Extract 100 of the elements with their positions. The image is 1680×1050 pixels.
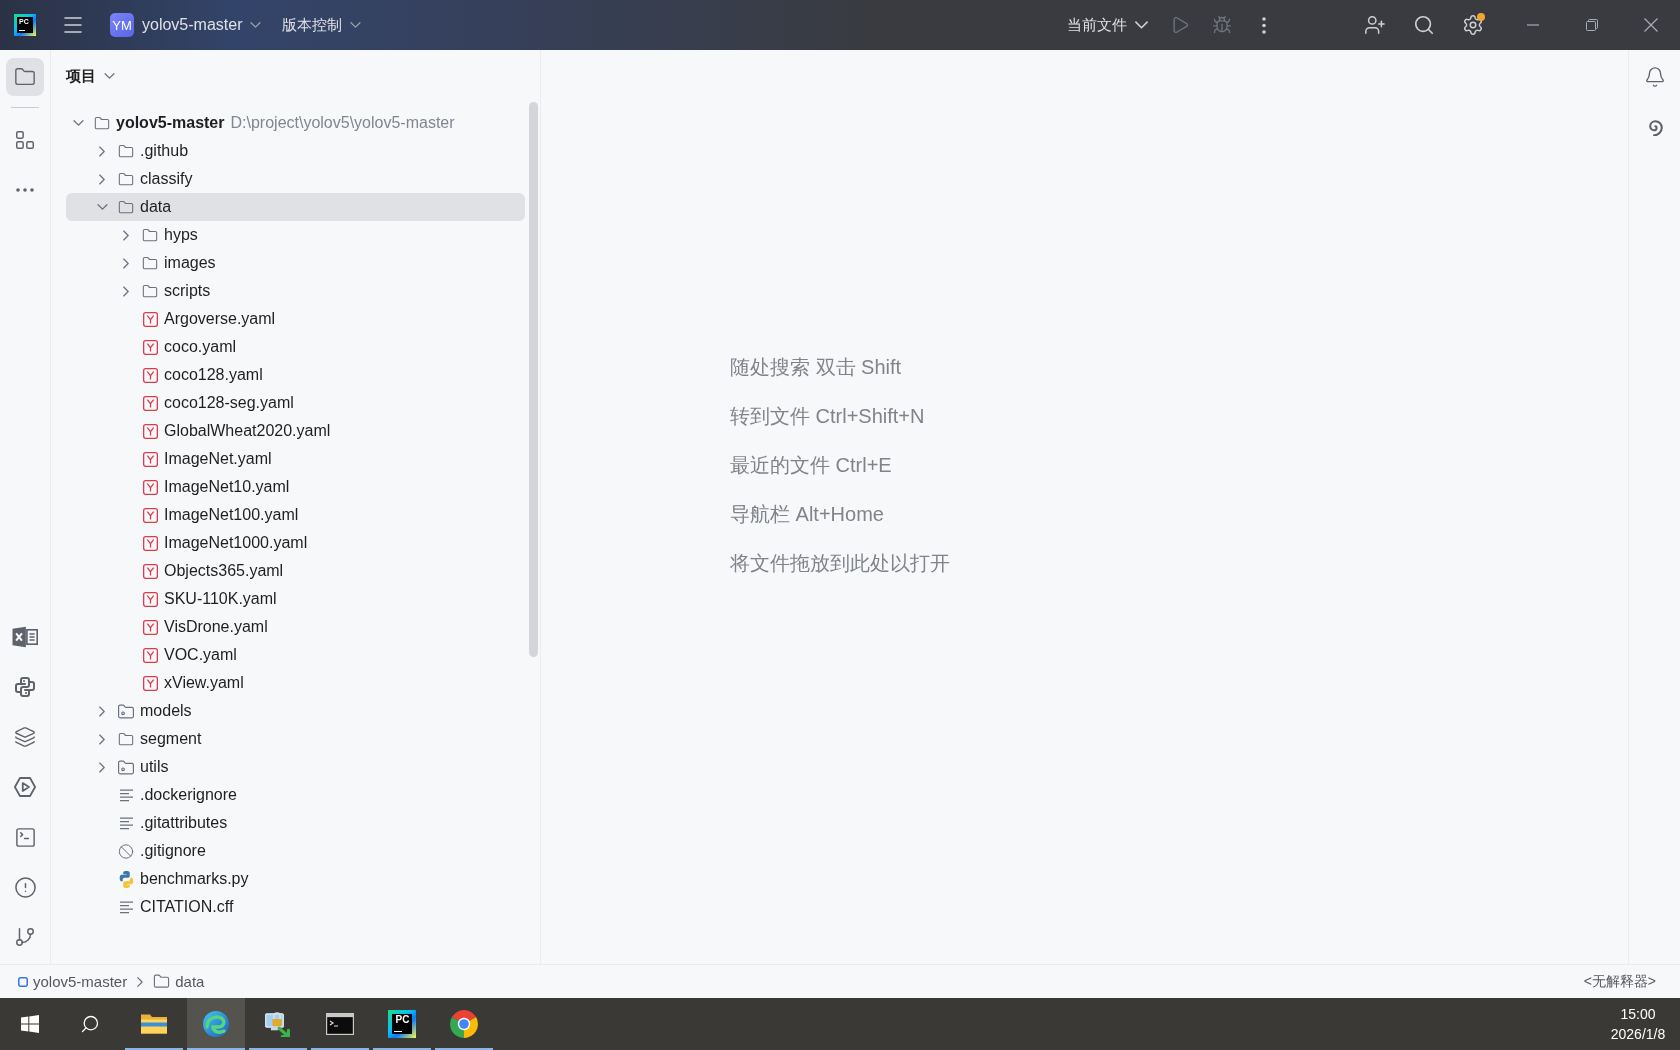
folder-icon [142, 254, 158, 272]
more-vertical-icon [1262, 16, 1266, 34]
chevron-right-icon[interactable] [99, 705, 105, 717]
chevron-right-icon[interactable] [99, 733, 105, 745]
folder-icon [118, 170, 134, 188]
chevron-right-icon[interactable] [99, 761, 105, 773]
text-file-icon [118, 816, 134, 830]
spreadsheet-icon [12, 626, 38, 648]
interpreter-selector[interactable]: <无解释器> [1583, 972, 1656, 991]
tree-item[interactable]: data [66, 193, 525, 221]
folder-icon [118, 198, 134, 216]
console-window-icon [326, 1013, 354, 1035]
tree-item[interactable]: images [66, 249, 525, 277]
chevron-right-icon[interactable] [99, 173, 105, 185]
shortcut-hint: 将文件拖放到此处以打开 [730, 551, 950, 575]
project-switcher[interactable]: YM yolov5-master [110, 8, 262, 42]
tree-item[interactable]: models [66, 697, 525, 725]
tree-item[interactable]: Objects365.yaml [66, 557, 525, 585]
python-icon [13, 675, 37, 699]
yaml-file-icon [142, 311, 158, 327]
tree-item[interactable]: yolov5-master D:\project\yolov5\yolov5-master [66, 109, 525, 137]
tree-item[interactable]: SKU-110K.yaml [66, 585, 525, 613]
tree-item[interactable]: Argoverse.yaml [66, 305, 525, 333]
tree-item[interactable]: classify [66, 165, 525, 193]
vcs-menu[interactable]: 版本控制 [282, 8, 362, 42]
circle-slash-icon [118, 842, 134, 860]
folder-icon [118, 142, 134, 160]
text-file-icon [118, 788, 134, 802]
yaml-file-icon [142, 675, 158, 691]
project-view-menu[interactable]: 项目 [66, 66, 115, 86]
tree-item[interactable]: .github [66, 137, 525, 165]
tree-item[interactable]: .gitignore [66, 837, 525, 865]
shortcut-hint: 转到文件 Ctrl+Shift+N [730, 404, 925, 428]
terminal-icon [13, 825, 37, 849]
tree-item[interactable]: ImageNet1000.yaml [66, 529, 525, 557]
folder-icon [142, 226, 158, 244]
tree-item[interactable]: .gitattributes [66, 809, 525, 837]
yaml-file-icon [142, 507, 158, 523]
search-icon [1413, 14, 1435, 36]
tree-item[interactable]: VOC.yaml [66, 641, 525, 669]
folder-icon [118, 730, 134, 748]
close-icon [1643, 18, 1658, 32]
app-logo: PC [388, 1010, 416, 1038]
project-avatar: YM [110, 13, 134, 37]
chevron-right-icon[interactable] [99, 145, 105, 157]
chevron-down-icon[interactable] [96, 204, 108, 210]
bug-icon [1212, 15, 1232, 35]
tree-item[interactable]: VisDrone.yaml [66, 613, 525, 641]
tree-item[interactable]: .dockerignore [66, 781, 525, 809]
run-config-menu[interactable]: 当前文件 [1067, 8, 1148, 42]
shortcut-hint: 最近的文件 Ctrl+E [730, 453, 892, 477]
folder-icon [94, 114, 110, 132]
tree-item[interactable]: ImageNet100.yaml [66, 501, 525, 529]
tree-item[interactable]: coco128-seg.yaml [66, 389, 525, 417]
yaml-file-icon [142, 339, 158, 355]
monitor-lock-icon [265, 1011, 291, 1037]
clock-time: 15:00 [1620, 1006, 1656, 1022]
tree-item[interactable]: ImageNet10.yaml [66, 473, 525, 501]
branch-icon [14, 926, 36, 948]
tree-item[interactable]: coco128.yaml [66, 361, 525, 389]
breadcrumb[interactable]: yolov5-master [16, 973, 130, 990]
more-icon [16, 188, 34, 192]
tree-item[interactable]: utils [66, 753, 525, 781]
chevron-down-icon[interactable] [72, 120, 84, 126]
taskbar-app-button[interactable]: PC [373, 998, 431, 1050]
tree-item[interactable]: scripts [66, 277, 525, 305]
yaml-file-icon [142, 423, 158, 439]
minimize-icon [1526, 24, 1539, 26]
yaml-file-icon [142, 535, 158, 551]
swirl-logo-icon [202, 1010, 230, 1038]
yaml-file-icon [142, 563, 158, 579]
tree-item[interactable]: ImageNet.yaml [66, 445, 525, 473]
ring-logo-icon [450, 1010, 478, 1038]
chevron-right-icon[interactable] [123, 285, 129, 297]
yaml-file-icon [142, 367, 158, 383]
chevron-right-icon[interactable] [123, 257, 129, 269]
tree-item[interactable]: xView.yaml [66, 669, 525, 697]
hexagon-play-icon [14, 777, 36, 797]
tool-window-button[interactable] [6, 58, 44, 96]
scrollbar[interactable] [529, 102, 538, 657]
tree-item[interactable]: benchmarks.py [66, 865, 525, 893]
alert-circle-icon [13, 875, 37, 899]
four-panes-icon [21, 1015, 39, 1033]
folder-icon [14, 66, 36, 88]
tree-item[interactable]: CITATION.cff [66, 893, 525, 921]
file-folder-icon [140, 1014, 168, 1034]
tree-item[interactable]: GlobalWheat2020.yaml [66, 417, 525, 445]
folder-icon [153, 973, 171, 990]
chevron-right-icon[interactable] [123, 229, 129, 241]
tree-item[interactable]: hyps [66, 221, 525, 249]
breadcrumb[interactable]: data [151, 973, 207, 990]
tree-item[interactable]: segment [66, 725, 525, 753]
python-file-icon [118, 870, 134, 888]
shortcut-hint: 随处搜索 双击 Shift [730, 355, 902, 379]
yaml-file-icon [142, 591, 158, 607]
user-plus-icon [1364, 14, 1386, 36]
chevron-down-icon [250, 22, 262, 28]
chevron-down-icon [104, 73, 115, 79]
search-icon [80, 1014, 100, 1034]
tree-item[interactable]: coco.yaml [66, 333, 525, 361]
